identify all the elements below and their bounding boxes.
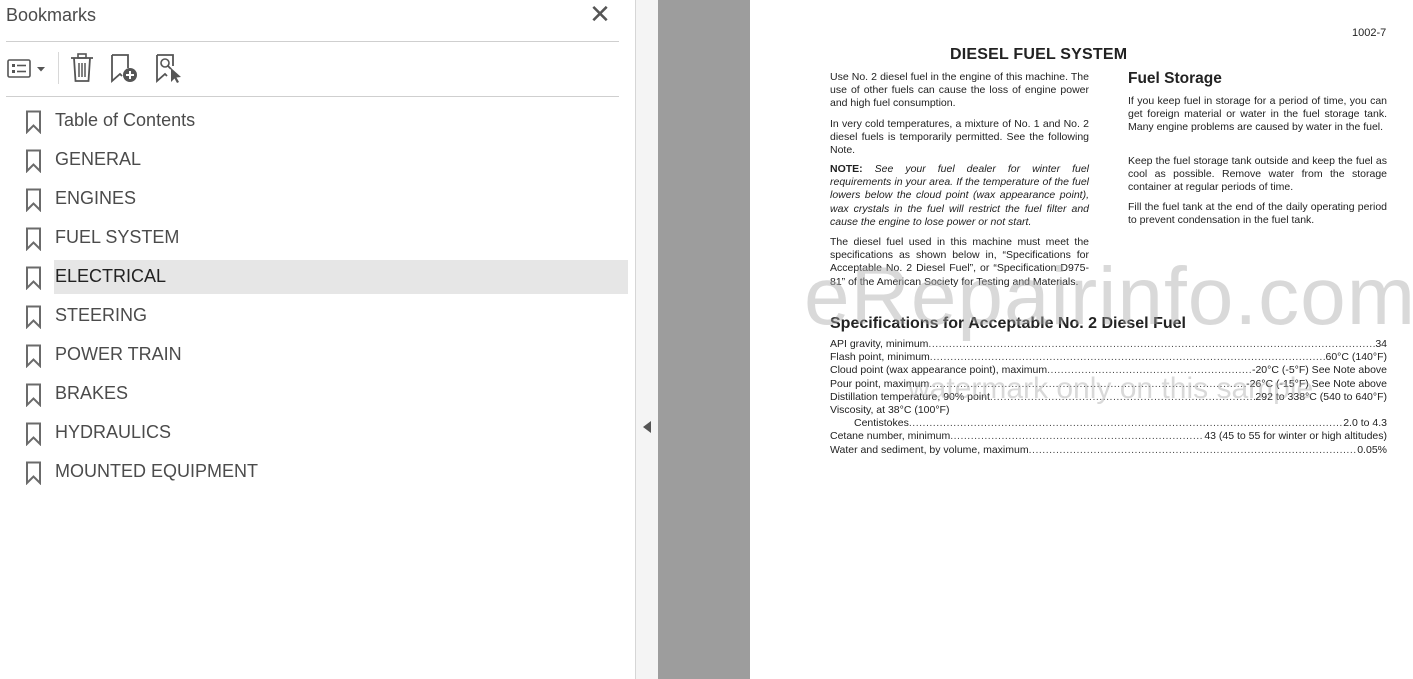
- list-options-icon: [7, 59, 45, 78]
- watermark-subtext: watermark only on this sample: [908, 372, 1314, 405]
- bookmark-label: FUEL SYSTEM: [55, 227, 180, 247]
- bookmark-label: ENGINES: [55, 188, 137, 208]
- bookmark-item[interactable]: BRAKES: [0, 377, 628, 411]
- panel-splitter[interactable]: [636, 0, 658, 679]
- section-heading: Fuel Storage: [1128, 70, 1222, 87]
- bookmark-item-selected[interactable]: ELECTRICAL: [0, 260, 628, 294]
- bookmark-label: MOUNTED EQUIPMENT: [55, 461, 259, 481]
- bookmark-icon: [26, 266, 41, 290]
- bookmark-icon: [26, 110, 41, 134]
- bookmark-label: BRAKES: [55, 383, 129, 403]
- delete-bookmark-button[interactable]: [68, 51, 96, 85]
- spec-row: Cetane number, minimum 43 (45 to 55 for w…: [830, 430, 1387, 443]
- bookmark-label: Table of Contents: [55, 110, 196, 130]
- trash-icon: [71, 53, 93, 82]
- bookmark-icon: [26, 188, 41, 212]
- bookmark-icon: [26, 149, 41, 173]
- spec-value: 2.0 to 4.3: [1343, 417, 1387, 429]
- spec-value: 43 (45 to 55 for winter or high altitude…: [1204, 430, 1387, 442]
- bookmark-item[interactable]: GENERAL: [0, 143, 628, 177]
- paragraph: Fill the fuel tank at the end of the dai…: [1128, 201, 1387, 227]
- page-number: 1002-7: [1352, 27, 1387, 39]
- bookmark-label: STEERING: [55, 305, 148, 325]
- document-title: DIESEL FUEL SYSTEM: [950, 46, 1128, 63]
- bookmark-item[interactable]: ENGINES: [0, 182, 628, 216]
- spec-label: Centistokes: [854, 417, 909, 429]
- toolbar-separator: [58, 52, 59, 84]
- bookmark-item[interactable]: FUEL SYSTEM: [0, 221, 628, 255]
- document-background: [658, 0, 750, 679]
- note-text: See your fuel dealer for winter fuel req…: [830, 163, 1090, 228]
- find-bookmark-button[interactable]: [153, 51, 187, 85]
- bookmark-icon: [26, 422, 41, 446]
- bookmark-icon: [26, 344, 41, 368]
- spec-label: Water and sediment, by volume, maximum: [830, 444, 1029, 456]
- note-label: NOTE:: [830, 163, 863, 175]
- divider: [6, 41, 619, 42]
- bookmarks-panel: Bookmarks ✕ Table of Contents GENERAL EN…: [0, 0, 636, 679]
- bookmark-icon: [26, 227, 41, 251]
- watermark: eRepairinfo.com: [804, 251, 1413, 342]
- paragraph: If you keep fuel in storage for a period…: [1128, 95, 1387, 134]
- collapse-panel-arrow-icon[interactable]: [643, 421, 651, 433]
- bookmark-item[interactable]: STEERING: [0, 299, 628, 333]
- bookmark-label: POWER TRAIN: [55, 344, 182, 364]
- spec-row: Water and sediment, by volume, maximum 0.…: [830, 444, 1387, 457]
- bookmark-item[interactable]: MOUNTED EQUIPMENT: [0, 455, 628, 489]
- bookmark-item[interactable]: HYDRAULICS: [0, 416, 628, 450]
- spec-label: Cetane number, minimum: [830, 430, 951, 442]
- bookmark-icon: [26, 461, 41, 485]
- document-page: 1002-7 DIESEL FUEL SYSTEM Use No. 2 dies…: [750, 0, 1413, 679]
- bookmark-icon: [26, 383, 41, 407]
- bookmark-label: HYDRAULICS: [55, 422, 172, 442]
- bookmark-label: GENERAL: [55, 149, 142, 169]
- spec-value: 60°C (140°F): [1325, 351, 1387, 363]
- bookmark-item[interactable]: POWER TRAIN: [0, 338, 628, 372]
- bookmark-label: ELECTRICAL: [55, 266, 167, 286]
- close-icon[interactable]: ✕: [588, 1, 612, 27]
- new-bookmark-button[interactable]: [108, 51, 142, 85]
- spec-row: Centistokes 2.0 to 4.3: [830, 417, 1387, 430]
- spec-label: Flash point, minimum: [830, 351, 930, 363]
- bookmark-item[interactable]: Table of Contents: [0, 104, 628, 138]
- paragraph: Keep the fuel storage tank outside and k…: [1128, 155, 1387, 194]
- spec-value: 0.05%: [1357, 444, 1387, 456]
- paragraph: In very cold temperatures, a mixture of …: [830, 118, 1089, 157]
- spec-row: Flash point, minimum 60°C (140°F): [830, 351, 1387, 364]
- options-menu-button[interactable]: [6, 51, 48, 85]
- bookmark-add-icon: [111, 54, 137, 83]
- panel-title: Bookmarks: [6, 5, 97, 25]
- paragraph: Use No. 2 diesel fuel in the engine of t…: [830, 71, 1089, 110]
- bookmark-find-icon: [156, 54, 181, 83]
- divider: [6, 96, 619, 97]
- bookmark-icon: [26, 305, 41, 329]
- note-paragraph: NOTE: See your fuel dealer for winter fu…: [830, 163, 1089, 229]
